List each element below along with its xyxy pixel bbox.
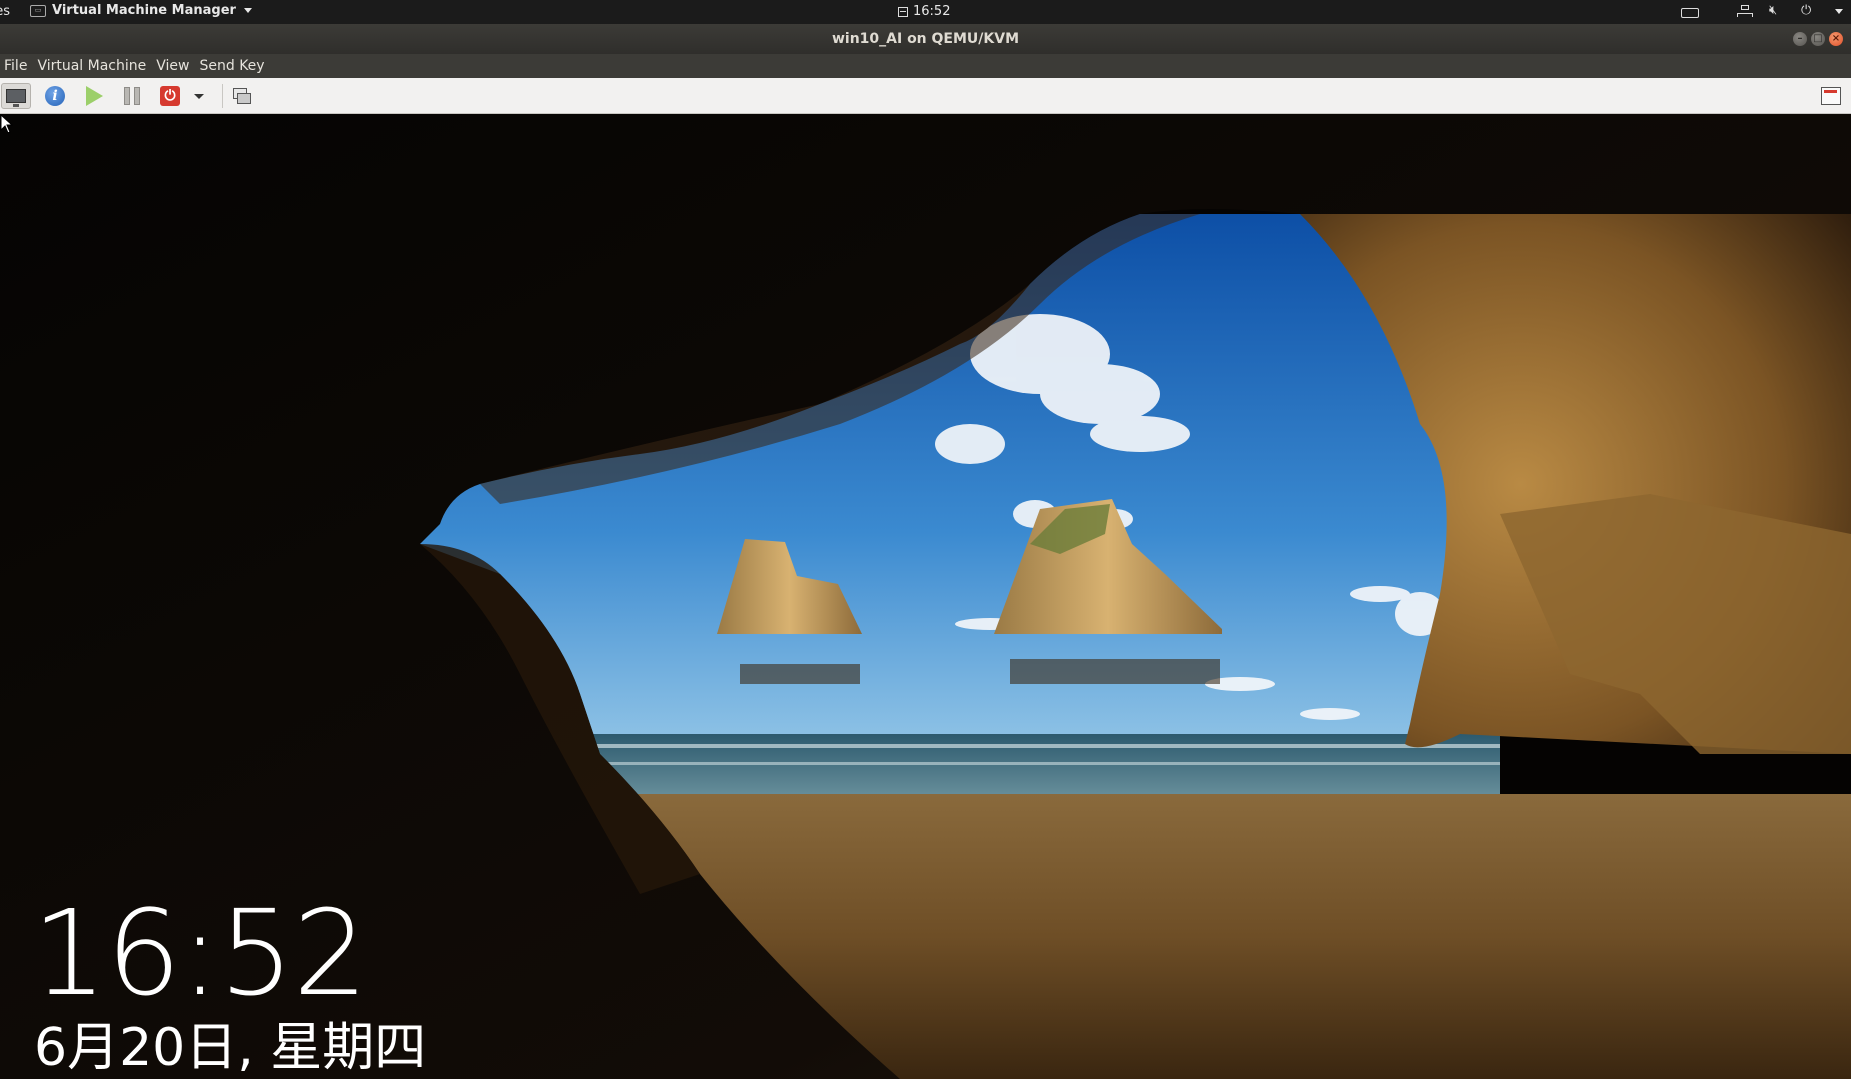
app-menu[interactable]: ▭ Virtual Machine Manager [30, 3, 252, 18]
window-title-bar[interactable]: win10_AI on QEMU/KVM – □ × [0, 24, 1851, 54]
calendar-icon [898, 6, 908, 17]
keyboard-icon[interactable] [1681, 7, 1699, 18]
fullscreen-button[interactable] [1816, 83, 1846, 109]
play-icon [85, 86, 103, 106]
network-icon[interactable] [1737, 3, 1755, 19]
window-controls: – □ × [1793, 32, 1843, 46]
info-icon: i [45, 86, 65, 106]
shutdown-menu-button[interactable] [189, 83, 209, 109]
menu-virtual-machine[interactable]: Virtual Machine [32, 58, 151, 74]
monitor-icon [6, 89, 26, 107]
run-button[interactable] [79, 83, 109, 109]
details-button[interactable]: i [40, 83, 70, 109]
close-button[interactable]: × [1829, 32, 1843, 46]
power-icon[interactable]: ⏻ [1801, 3, 1819, 19]
system-tray[interactable]: 🔇︎ ⏻ [1681, 3, 1843, 19]
snapshots-button[interactable] [227, 83, 257, 109]
shutdown-button[interactable]: ⏻ [155, 83, 185, 109]
vm-console-display[interactable]: 16:52 6月20日, 星期四 [0, 114, 1851, 1079]
minimize-button[interactable]: – [1793, 32, 1807, 46]
caret-down-icon [194, 93, 204, 99]
menu-view[interactable]: View [151, 58, 194, 74]
top-bar-clock[interactable]: 16:52 [898, 4, 950, 19]
fullscreen-icon [1821, 87, 1841, 105]
maximize-button[interactable]: □ [1811, 32, 1825, 46]
pause-button[interactable] [117, 83, 147, 109]
mouse-pointer-icon [0, 114, 14, 134]
virt-manager-app-icon: ▭ [30, 4, 46, 17]
menu-file[interactable]: File [0, 58, 32, 74]
toolbar: i ⏻ [0, 78, 1851, 114]
chevron-down-icon[interactable] [1835, 8, 1843, 14]
console-button[interactable] [1, 83, 31, 109]
gnome-top-bar: Activities ▭ Virtual Machine Manager 16:… [0, 0, 1851, 24]
toolbar-separator [222, 84, 223, 108]
window-title: win10_AI on QEMU/KVM [831, 31, 1020, 47]
clock-text: 16:52 [913, 4, 951, 19]
app-menu-label: Virtual Machine Manager [52, 3, 236, 18]
menu-bar: File Virtual Machine View Send Key [0, 54, 1851, 78]
volume-muted-icon[interactable]: 🔇︎ [1769, 3, 1787, 19]
pause-icon [124, 87, 140, 105]
activities-button[interactable]: Activities [0, 4, 10, 19]
lockscreen-time: 16:52 [32, 884, 368, 1022]
lockscreen-date: 6月20日, 星期四 [34, 1018, 427, 1078]
menu-send-key[interactable]: Send Key [194, 58, 269, 74]
power-icon: ⏻ [160, 86, 180, 106]
chevron-down-icon [243, 8, 252, 13]
snapshots-icon [233, 88, 251, 104]
